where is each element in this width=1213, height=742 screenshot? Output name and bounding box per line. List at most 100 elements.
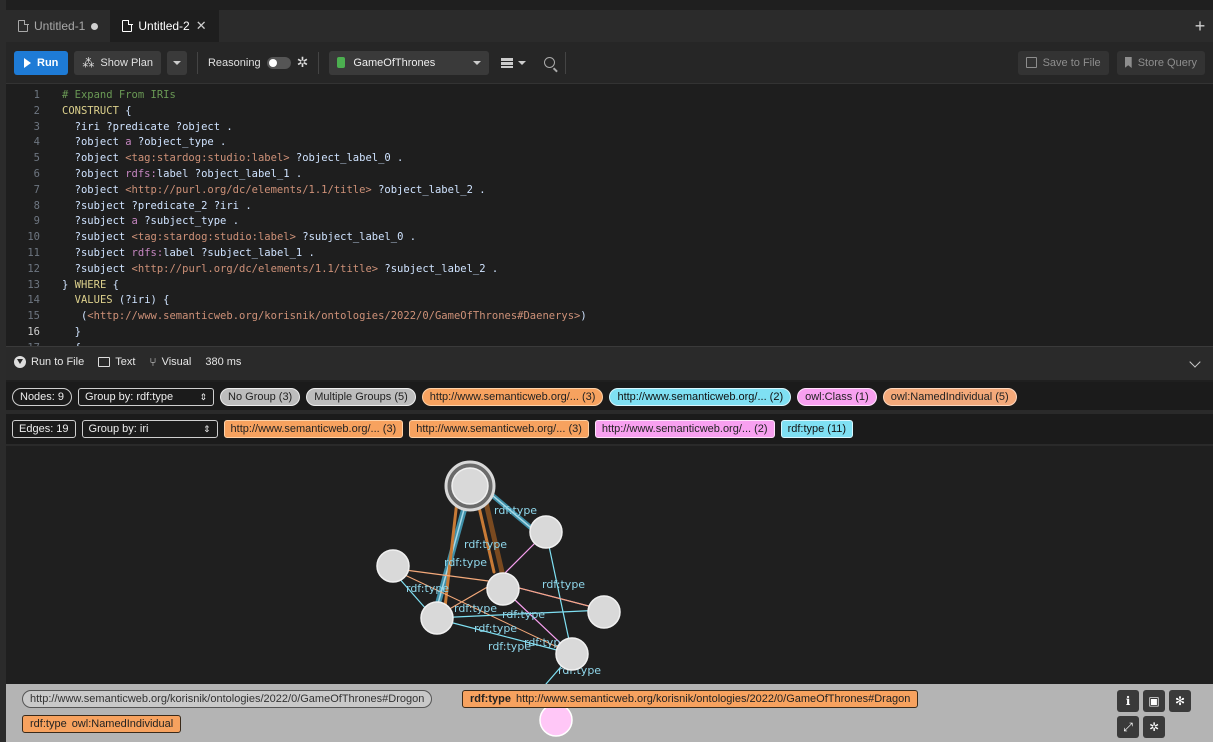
node-group-chip[interactable]: Multiple Groups (5) [306,388,416,406]
nodes-group-by-select[interactable]: Group by: rdf:type ⇕ [78,388,215,406]
graph-node[interactable] [376,549,410,583]
code-line[interactable]: 2 CONSTRUCT { [6,104,1213,120]
node-group-chip[interactable]: No Group (3) [220,388,301,406]
node-group-chip[interactable]: http://www.semanticweb.org/... (3) [421,388,604,406]
layers-icon [501,57,514,68]
edge-label: rdf:type [406,582,449,595]
graph-canvas[interactable]: rdf:type rdf:type rdf:type rdf:type rdf:… [6,446,1213,684]
text-view-tab[interactable]: Text [98,356,135,368]
select-arrows-icon: ⇕ [203,424,211,434]
save-icon[interactable]: ▣ [1143,690,1165,712]
node-iri-chip[interactable]: http://www.semanticweb.org/korisnik/onto… [22,690,433,708]
code-text: ?object <tag:stardog:studio:label> ?obje… [62,152,404,165]
database-icon [337,57,346,68]
code-line[interactable]: 7 ?object <http://purl.org/dc/elements/1… [6,183,1213,199]
graph-node[interactable] [529,515,563,549]
line-number: 2 [33,104,40,117]
save-label: Save to File [1042,56,1101,69]
new-tab-plus-icon[interactable]: + [1187,10,1213,42]
graph-node[interactable] [451,467,489,505]
show-plan-button[interactable]: ⁂ Show Plan [74,50,161,75]
edges-filter-row: Edges: 19 Group by: iri ⇕ http://www.sem… [6,414,1213,444]
edges-group-by-select[interactable]: Group by: iri ⇕ [81,420,218,438]
run-to-file-button[interactable]: Run to File [14,355,84,368]
code-line[interactable]: 16 } [6,325,1213,341]
reasoning-toggle[interactable] [266,56,291,69]
namespaces-dropdown[interactable] [495,51,532,75]
chevron-down-icon [473,60,482,65]
code-line[interactable]: 8 ?subject ?predicate_2 ?iri . [6,199,1213,215]
snowflake-icon[interactable]: ✻ [1169,690,1191,712]
document-icon [122,19,133,32]
close-icon[interactable]: ✕ [196,18,207,34]
bookmark-icon [1124,57,1132,68]
code-line[interactable]: 10 ?subject <tag:stardog:studio:label> ?… [6,230,1213,246]
visual-view-tab[interactable]: ⑂ Visual [149,355,191,369]
edge-group-chip[interactable]: http://www.semanticweb.org/... (3) [223,420,404,438]
graph-node[interactable] [587,595,621,629]
graph-edge[interactable] [442,490,460,618]
node-group-chip[interactable]: http://www.semanticweb.org/... (2) [609,388,792,406]
query-editor[interactable]: 1 # Expand From IRIs 2 CONSTRUCT { 3 ?iri ?p… [6,84,1213,346]
code-line[interactable]: 15 (<http://www.semanticweb.org/korisnik… [6,309,1213,325]
code-text: CONSTRUCT { [62,104,132,117]
line-number: 4 [33,136,40,149]
code-text: # Expand From IRIs [62,89,176,101]
gear-icon[interactable]: ✲ [297,54,309,71]
show-plan-dropdown[interactable] [166,50,187,75]
code-text: ?iri ?predicate ?object . [62,120,233,133]
database-name: GameOfThrones [353,56,436,69]
results-bar: Run to File Text ⑂ Visual 380 ms [6,346,1213,376]
visual-label: Visual [161,355,192,368]
tab-untitled-2[interactable]: Untitled-2 ✕ [110,10,219,42]
search-icon[interactable] [544,57,556,68]
edge-group-chip[interactable]: rdf:type (11) [780,420,854,438]
run-button[interactable]: Run [14,50,69,75]
graph-node[interactable] [420,601,454,635]
node-group-chip[interactable]: owl:NamedIndividual (5) [882,388,1017,406]
tab-untitled-1[interactable]: Untitled-1 [6,10,110,42]
group-by-value: Group by: rdf:type [85,391,174,403]
execution-time: 380 ms [205,355,242,368]
node-type-chip[interactable]: rdf:type owl:NamedIndividual [22,715,182,733]
graph-svg[interactable]: rdf:type rdf:type rdf:type rdf:type rdf:… [6,446,1213,684]
code-line[interactable]: 4 ?object a ?object_type . [6,135,1213,151]
edge-group-chip[interactable]: http://www.semanticweb.org/... (2) [594,420,775,438]
store-query-button[interactable]: Store Query [1116,50,1205,75]
line-number: 14 [27,294,40,307]
toolbar: Run ⁂ Show Plan Reasoning ✲ GameOfThrone… [6,42,1213,84]
code-line[interactable]: 5 ?object <tag:stardog:studio:label> ?ob… [6,151,1213,167]
edge-label: rdf:type [444,556,487,569]
code-line[interactable]: 6 ?object rdfs:label ?object_label_1 . [6,167,1213,183]
gear-icon[interactable]: ✲ [1143,716,1165,738]
expand-icon[interactable]: ⤢ [1117,716,1139,738]
tab-label: Untitled-2 [138,19,190,33]
code-line[interactable]: 3 ?iri ?predicate ?object . [6,120,1213,136]
code-text: } [62,325,81,338]
tab-bar: Untitled-1 Untitled-2 ✕ + [6,10,1213,42]
edge-group-chip[interactable]: http://www.semanticweb.org/... (3) [409,420,589,438]
code-text: } WHERE { [62,278,119,291]
save-to-file-button[interactable]: Save to File [1017,50,1109,75]
property-value: http://www.semanticweb.org/korisnik/onto… [515,693,911,705]
graph-node[interactable] [486,572,520,606]
chevron-down-icon[interactable] [1189,355,1201,368]
database-select[interactable]: GameOfThrones [329,50,490,75]
code-line[interactable]: 12 ?subject <http://purl.org/dc/elements… [6,262,1213,278]
property-key: rdf:type [470,693,511,705]
code-line[interactable]: 1 # Expand From IRIs [6,88,1213,104]
line-number: 12 [27,262,40,275]
graph-node[interactable] [555,637,589,671]
code-line[interactable]: 13} WHERE { [6,278,1213,294]
line-number: 9 [33,215,40,228]
graph-node[interactable] [539,703,573,737]
node-type-chip[interactable]: rdf:type http://www.semanticweb.org/kori… [462,690,919,708]
code-line[interactable]: 9 ?subject a ?subject_type . [6,214,1213,230]
code-line[interactable]: 11 ?subject rdfs:label ?subject_label_1 … [6,246,1213,262]
info-icon[interactable]: ℹ [1117,690,1139,712]
download-icon [14,355,26,368]
reasoning-label: Reasoning [207,56,261,69]
code-line[interactable]: 14 VALUES (?iri) { [6,293,1213,309]
node-group-chip[interactable]: owl:Class (1) [797,388,877,406]
line-number: 11 [27,246,40,259]
